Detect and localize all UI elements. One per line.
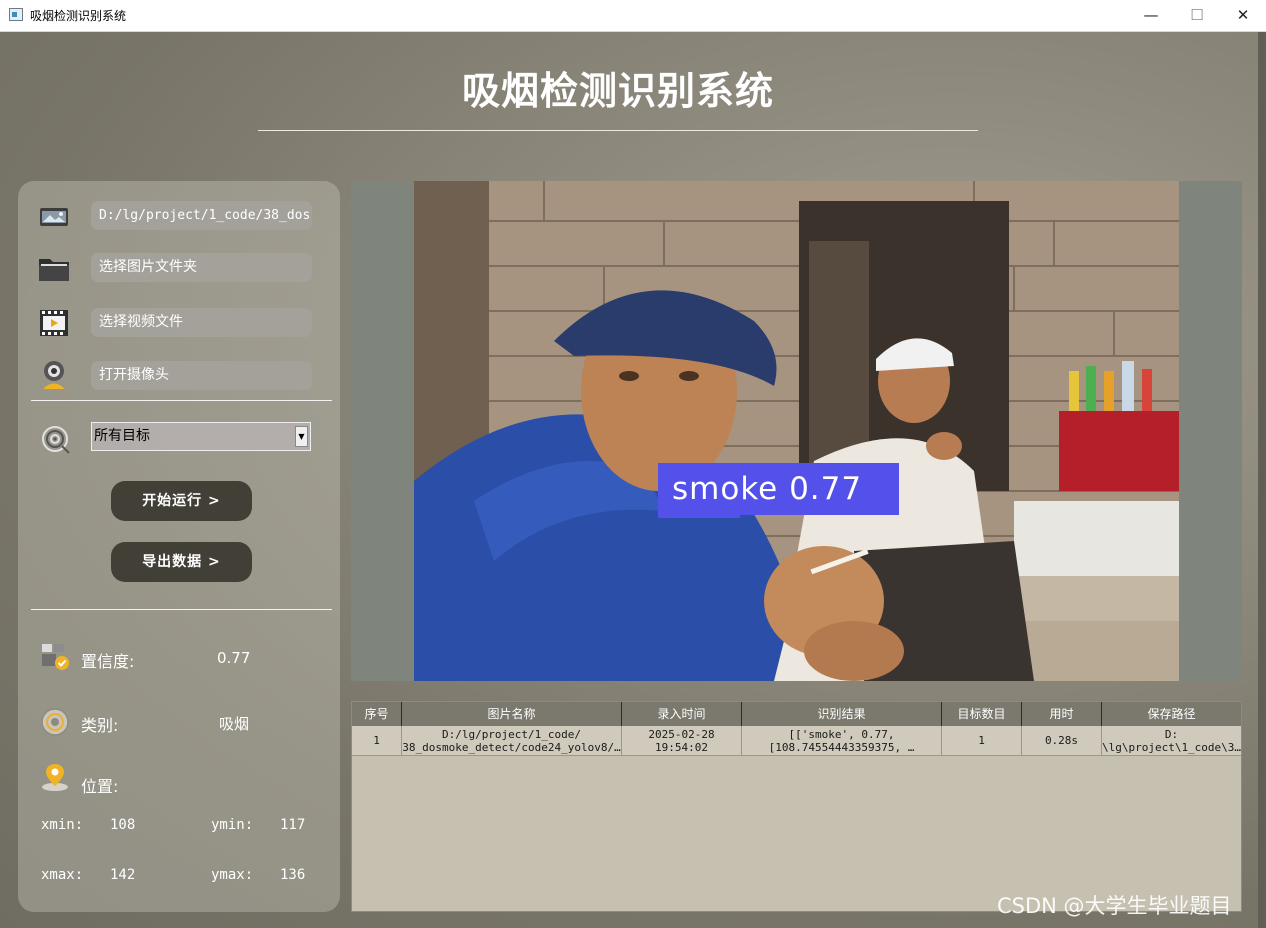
confidence-icon bbox=[42, 644, 69, 670]
results-table: 序号 图片名称 录入时间 识别结果 目标数目 用时 保存路径 1 D:/lg/p… bbox=[351, 701, 1242, 912]
position-label: 位置: bbox=[81, 777, 119, 796]
category-value: 吸烟 bbox=[219, 715, 250, 733]
table-header-cell[interactable]: 保存路径 bbox=[1102, 702, 1241, 726]
video-file-icon[interactable] bbox=[38, 308, 70, 338]
ymax-value: 136 bbox=[280, 867, 306, 883]
cell-image-name: D:/lg/project/1_code/ 38_dosmoke_detect/… bbox=[402, 726, 622, 756]
panel-divider-top bbox=[31, 400, 332, 401]
watermark-text: CSDN @大学生毕业题目 bbox=[997, 894, 1232, 918]
table-header-cell[interactable]: 录入时间 bbox=[622, 702, 742, 726]
app-main: 吸烟检测识别系统 D:/lg/project/1_code/38_dos 选择图… bbox=[0, 32, 1266, 928]
close-button[interactable]: ✕ bbox=[1220, 0, 1266, 31]
window-titlebar: 吸烟检测识别系统 — ☐ ✕ bbox=[0, 0, 1266, 32]
xmin-value: 108 bbox=[110, 817, 136, 833]
app-title: 吸烟检测识别系统 bbox=[461, 69, 774, 113]
control-panel: D:/lg/project/1_code/38_dos 选择图片文件夹 选择视频… bbox=[18, 181, 340, 912]
image-display bbox=[351, 181, 1242, 681]
cell-index: 1 bbox=[352, 726, 402, 756]
detection-box-edge bbox=[658, 515, 740, 518]
title-underline bbox=[258, 130, 978, 131]
cell-text: D:/lg/project/1_code/ bbox=[441, 727, 582, 741]
table-header-cell[interactable]: 目标数目 bbox=[942, 702, 1022, 726]
app-window-icon bbox=[9, 8, 23, 21]
cell-text: D: bbox=[1164, 727, 1179, 741]
image-path-field[interactable]: D:/lg/project/1_code/38_dos bbox=[91, 201, 312, 230]
export-data-button[interactable]: 导出数据 > bbox=[111, 542, 252, 582]
table-header-cell[interactable]: 序号 bbox=[352, 702, 402, 726]
detection-photo bbox=[414, 181, 1179, 681]
target-icon bbox=[42, 426, 70, 454]
open-camera-button[interactable]: 打开摄像头 bbox=[91, 361, 312, 390]
cell-count: 1 bbox=[942, 726, 1022, 756]
category-label: 类别: bbox=[81, 716, 119, 735]
window-title: 吸烟检测识别系统 bbox=[30, 9, 127, 23]
cell-text: \lg\project\1_code\3… bbox=[1102, 740, 1241, 754]
camera-icon[interactable] bbox=[38, 360, 70, 390]
chevron-down-icon[interactable]: ▼ bbox=[295, 426, 308, 447]
cell-text: 2025-02-28 bbox=[648, 727, 715, 741]
location-pin-icon bbox=[42, 764, 68, 791]
cell-result: [['smoke', 0.77, [108.74554443359375, … bbox=[742, 726, 942, 756]
folder-icon[interactable] bbox=[38, 254, 70, 284]
maximize-button[interactable]: ☐ bbox=[1174, 0, 1220, 31]
cell-text: [['smoke', 0.77, bbox=[788, 727, 895, 741]
xmin-label: xmin: bbox=[41, 817, 84, 833]
table-header-cell[interactable]: 图片名称 bbox=[402, 702, 622, 726]
confidence-label: 置信度: bbox=[81, 652, 135, 671]
ymin-value: 117 bbox=[280, 817, 306, 833]
cell-index-text: 1 bbox=[373, 734, 380, 747]
cell-time: 2025-02-28 19:54:02 bbox=[622, 726, 742, 756]
confidence-value: 0.77 bbox=[217, 649, 251, 667]
image-file-icon[interactable] bbox=[38, 202, 70, 232]
cell-save-path: D: \lg\project\1_code\3… bbox=[1102, 726, 1241, 756]
cell-text: 0.28s bbox=[1044, 734, 1079, 747]
cell-text: 19:54:02 bbox=[655, 740, 708, 754]
cell-text: 1 bbox=[978, 734, 985, 747]
window-right-edge bbox=[1258, 32, 1266, 928]
ymin-label: ymin: bbox=[211, 817, 254, 833]
select-video-button[interactable]: 选择视频文件 bbox=[91, 308, 312, 337]
panel-divider-bottom bbox=[31, 609, 332, 610]
target-select[interactable]: 所有目标 ▼ bbox=[91, 422, 311, 451]
table-header: 序号 图片名称 录入时间 识别结果 目标数目 用时 保存路径 bbox=[352, 702, 1241, 726]
minimize-button[interactable]: — bbox=[1128, 0, 1174, 31]
cell-text: [108.74554443359375, … bbox=[768, 740, 915, 754]
cell-duration: 0.28s bbox=[1022, 726, 1102, 756]
xmax-label: xmax: bbox=[41, 867, 84, 883]
table-header-cell[interactable]: 用时 bbox=[1022, 702, 1102, 726]
xmax-value: 142 bbox=[110, 867, 136, 883]
detection-label: smoke 0.77 bbox=[658, 463, 899, 515]
table-header-cell[interactable]: 识别结果 bbox=[742, 702, 942, 726]
start-run-button[interactable]: 开始运行 > bbox=[111, 481, 252, 521]
target-select-value: 所有目标 bbox=[94, 428, 150, 444]
cell-text: 38_dosmoke_detect/code24_yolov8/… bbox=[402, 740, 621, 754]
ymax-label: ymax: bbox=[211, 867, 254, 883]
select-folder-button[interactable]: 选择图片文件夹 bbox=[91, 253, 312, 282]
category-icon bbox=[41, 708, 69, 736]
